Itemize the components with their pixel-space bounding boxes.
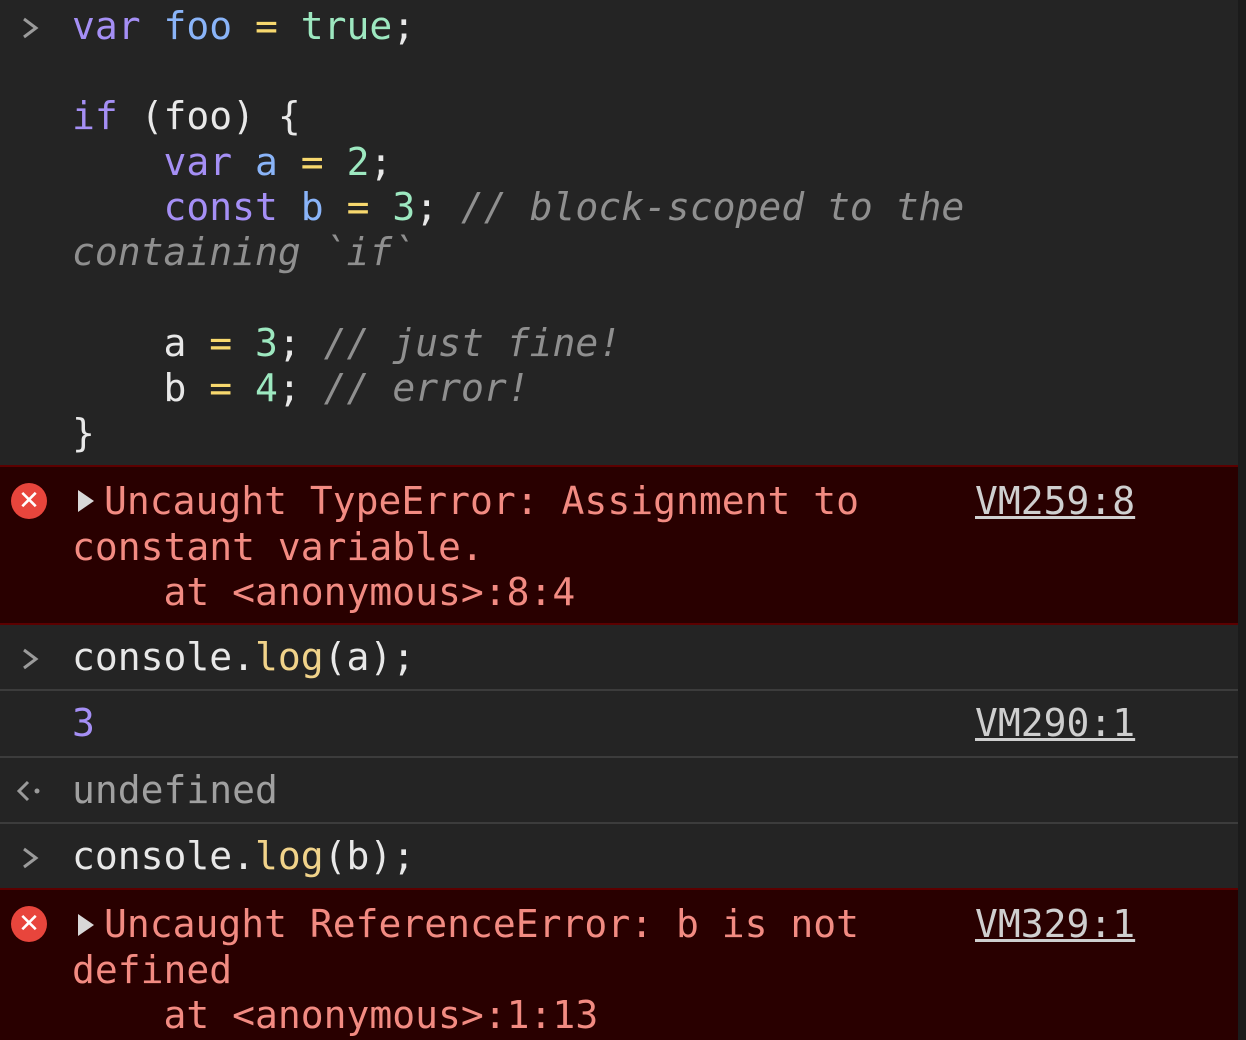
error-stack-line: at <anonymous>:1:13	[72, 993, 599, 1037]
code-token: const	[163, 185, 301, 229]
code-token: =	[300, 140, 347, 184]
chevron-right-icon	[23, 847, 39, 869]
code-token: var	[163, 140, 256, 184]
error-message-row: ✕ Uncaught TypeError: Assignment to cons…	[0, 465, 1238, 625]
error-text-line-2: defined	[72, 948, 233, 992]
code-token: ;	[369, 140, 393, 184]
code-line: if (foo) {	[72, 94, 301, 139]
code-token: b	[300, 185, 347, 229]
command-args: (a);	[323, 635, 416, 679]
code-token: }	[72, 411, 95, 455]
code-token: a	[72, 321, 210, 365]
chevron-right-icon	[23, 17, 39, 39]
code-token: =	[209, 321, 256, 365]
code-token: 3	[255, 321, 278, 365]
error-circle-icon: ✕	[11, 906, 47, 942]
code-line: b = 4; // error!	[72, 366, 530, 411]
devtools-console: var foo = true; if (foo) { var a = 2; con…	[0, 0, 1238, 1040]
code-token: // block-scoped to the	[460, 185, 965, 229]
code-token: a	[255, 140, 301, 184]
code-token: var	[72, 4, 164, 48]
command-method: log	[255, 635, 324, 679]
error-text-line-1: Uncaught ReferenceError: b is not	[104, 902, 859, 946]
error-circle-icon: ✕	[11, 483, 47, 519]
code-token: =	[209, 366, 256, 410]
code-token: ;	[392, 4, 416, 48]
console-input-row: var foo = true; if (foo) { var a = 2; con…	[0, 0, 1238, 465]
error-text-line-1: Uncaught TypeError: Assignment to	[104, 479, 859, 523]
error-stack-line: at <anonymous>:8:4	[72, 570, 576, 614]
code-token: 2	[346, 140, 370, 184]
code-token: b	[72, 366, 210, 410]
code-line: a = 3; // just fine!	[72, 321, 622, 366]
triangle-right-icon[interactable]	[78, 914, 94, 936]
console-input-row: console.log(b);	[0, 824, 1238, 888]
source-link[interactable]: VM290:1	[975, 701, 1135, 746]
code-token: =	[255, 4, 301, 48]
source-link[interactable]: VM329:1	[975, 902, 1135, 947]
command-method: log	[255, 834, 324, 878]
code-token: =	[346, 185, 393, 229]
log-output-value: 3	[72, 701, 95, 745]
console-input-row: console.log(a);	[0, 625, 1238, 690]
code-token: ;	[415, 185, 461, 229]
return-value: undefined	[72, 768, 278, 812]
command-object: console.	[72, 635, 256, 679]
code-line: var foo = true;	[72, 4, 415, 49]
code-token: foo	[163, 4, 256, 48]
code-token: ;	[277, 366, 324, 410]
code-token: 3	[392, 185, 416, 229]
code-line: const b = 3; // block-scoped to the	[72, 185, 965, 230]
console-output-row: 3 VM290:1	[0, 691, 1238, 756]
code-token: 4	[255, 366, 278, 410]
console-command[interactable]: console.log(a);	[72, 635, 415, 680]
code-token: true	[300, 4, 393, 48]
triangle-right-icon[interactable]	[78, 490, 94, 512]
code-line: }	[72, 411, 95, 456]
error-message-row: ✕ Uncaught ReferenceError: b is not defi…	[0, 888, 1238, 1040]
code-line: containing `if`	[72, 230, 415, 275]
code-line: var a = 2;	[72, 140, 393, 185]
code-token: if	[72, 94, 141, 138]
command-object: console.	[72, 834, 256, 878]
scrollbar-track[interactable]	[1238, 0, 1246, 1040]
code-token: // just fine!	[323, 321, 622, 365]
code-token: containing `if`	[72, 230, 416, 274]
error-text-line-2: constant variable.	[72, 525, 484, 569]
code-token: (foo) {	[140, 94, 301, 138]
code-token: ;	[277, 321, 324, 365]
console-command[interactable]: console.log(b);	[72, 834, 415, 879]
command-args: (b);	[323, 834, 416, 878]
console-return-row: undefined	[0, 758, 1238, 823]
source-link[interactable]: VM259:8	[975, 479, 1135, 524]
return-arrow-icon	[16, 780, 40, 802]
code-token: // error!	[323, 366, 530, 410]
chevron-right-icon	[23, 648, 39, 670]
